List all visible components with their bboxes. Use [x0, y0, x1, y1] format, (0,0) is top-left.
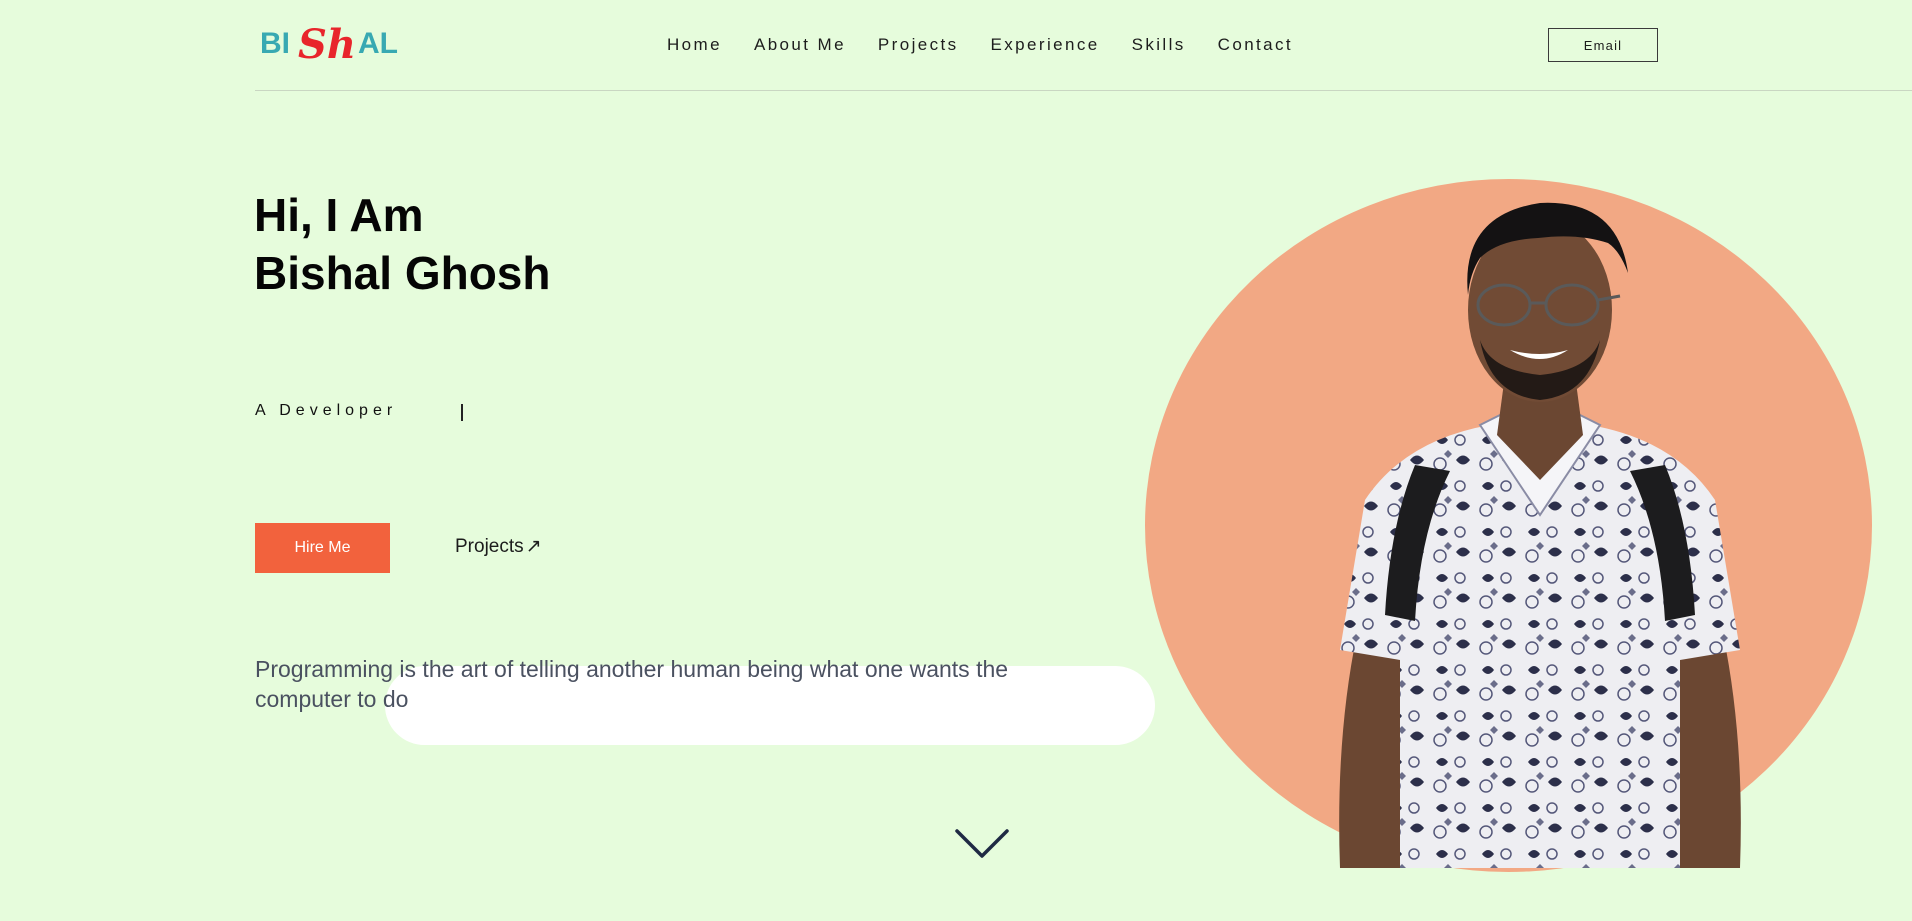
- logo-text-right: AL: [358, 27, 398, 60]
- logo[interactable]: BI Sh AL: [258, 10, 418, 66]
- hero-quote: Programming is the art of telling anothe…: [255, 656, 1009, 712]
- nav-home[interactable]: Home: [667, 35, 722, 55]
- nav-about-me[interactable]: About Me: [754, 35, 846, 55]
- logo-text-left: BI: [260, 27, 290, 60]
- logo-text-script: Sh: [298, 21, 356, 66]
- page: BI Sh AL Home About Me Projects Experien…: [0, 0, 1912, 921]
- header-divider: [255, 90, 1912, 91]
- nav-experience[interactable]: Experience: [991, 35, 1100, 55]
- typing-cursor: [461, 404, 463, 421]
- nav-projects[interactable]: Projects: [878, 35, 959, 55]
- arrow-up-right-icon: ↗: [525, 536, 542, 557]
- projects-link[interactable]: Projects ↗: [455, 535, 542, 558]
- nav-skills[interactable]: Skills: [1132, 35, 1186, 55]
- typed-role: A Developer: [255, 402, 398, 419]
- hero-title: Hi, I Am Bishal Ghosh: [254, 186, 550, 302]
- hire-me-button[interactable]: Hire Me: [255, 523, 390, 573]
- hero-greeting: Hi, I Am: [254, 189, 424, 241]
- profile-photo: [1339, 202, 1741, 868]
- chevron-down-icon[interactable]: [954, 828, 1010, 860]
- hero-name: Bishal Ghosh: [254, 247, 551, 299]
- email-button[interactable]: Email: [1548, 28, 1658, 62]
- main-nav: Home About Me Projects Experience Skills…: [667, 35, 1293, 55]
- nav-contact[interactable]: Contact: [1218, 35, 1293, 55]
- projects-link-label: Projects: [455, 535, 524, 557]
